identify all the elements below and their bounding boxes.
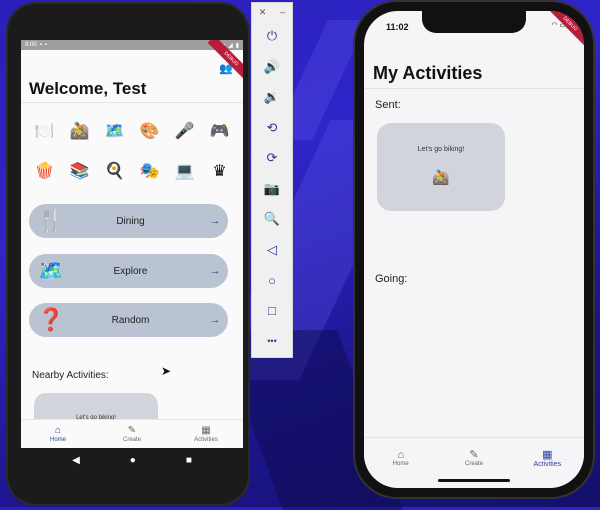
emoji-category-button[interactable]: 🗺️ xyxy=(97,121,132,143)
dining-label: Dining xyxy=(116,215,145,227)
emoji-category-button[interactable]: 🎤 xyxy=(167,121,202,143)
going-heading: Going: xyxy=(375,273,408,285)
calendar-icon: ▦ xyxy=(542,448,553,461)
nav-activities[interactable]: ▦ Activities xyxy=(169,420,243,448)
wifi-icon: ◠ xyxy=(551,22,558,29)
emoji-category-button[interactable]: 💻 xyxy=(167,161,202,183)
random-label: Random xyxy=(111,314,150,326)
dining-button[interactable]: 🍴 Dining → xyxy=(29,204,228,238)
emoji-category-button[interactable]: 🎭 xyxy=(132,161,167,183)
arrow-right-icon: → xyxy=(209,265,221,277)
bottom-navigation: ⌂ Home ✎ Create ▦ Activities xyxy=(364,437,584,478)
nav-label: Activities xyxy=(533,460,562,468)
nav-create[interactable]: ✎ Create xyxy=(437,438,510,478)
calendar-icon: ▦ xyxy=(201,425,211,436)
nav-activities[interactable]: ▦ Activities xyxy=(511,438,584,478)
nav-home[interactable]: ⌂ Home xyxy=(21,420,95,448)
power-icon[interactable]: ⏻ xyxy=(252,21,292,52)
android-emulator-device: 9:00 ▪ ▪ ▾ ◢ ▮ Welcome, Test 👥 DEBUG 🍽️ … xyxy=(8,4,248,504)
more-icon[interactable]: ••• xyxy=(252,326,292,357)
emoji-category-button[interactable]: 🎨 xyxy=(132,121,167,143)
system-recents-icon[interactable]: ■ xyxy=(186,455,192,466)
activity-card-text: Let's go biking! xyxy=(417,146,465,153)
emoji-category-button[interactable]: 🚵 xyxy=(62,121,97,143)
biking-emoji-icon: 🚵 xyxy=(432,169,450,185)
emulator-toolbar: ✕ – ⏻ 🔊 🔉 ⟲ ⟳ 📷 🔍 ◁ ○ □ ••• xyxy=(251,2,293,358)
android-system-nav: ◀ ● ■ xyxy=(21,448,243,472)
back-icon[interactable]: ◁ xyxy=(252,235,292,266)
minimize-icon[interactable]: – xyxy=(280,7,285,21)
notification-icon: ▪ xyxy=(44,42,47,48)
android-app-header: Welcome, Test 👥 DEBUG xyxy=(21,40,243,102)
emoji-category-button[interactable]: 📚 xyxy=(62,161,97,183)
nav-label: Activities xyxy=(194,437,218,443)
nav-label: Home xyxy=(49,437,66,443)
system-back-icon[interactable]: ◀ xyxy=(72,455,80,466)
rotate-left-icon[interactable]: ⟲ xyxy=(252,113,292,144)
emoji-category-button[interactable]: 🍽️ xyxy=(27,121,62,143)
debug-banner: DEBUG xyxy=(546,11,584,48)
page-title: My Activities xyxy=(373,63,483,83)
battery-icon: ▮ xyxy=(235,42,239,49)
random-button[interactable]: ❓ Random → xyxy=(29,303,228,337)
status-time: 11:02 xyxy=(386,22,409,32)
volume-down-icon[interactable]: 🔉 xyxy=(252,82,292,113)
home-icon: ⌂ xyxy=(54,425,62,436)
emoji-category-button[interactable]: 🍿 xyxy=(27,161,62,183)
explore-button[interactable]: 🗺️ Explore → xyxy=(29,254,228,288)
home-circle-icon[interactable]: ○ xyxy=(252,265,292,296)
nav-label: Home xyxy=(392,461,409,467)
arrow-right-icon: → xyxy=(209,314,221,326)
zoom-icon[interactable]: 🔍 xyxy=(252,204,292,235)
android-screen: 9:00 ▪ ▪ ▾ ◢ ▮ Welcome, Test 👥 DEBUG 🍽️ … xyxy=(21,40,243,448)
emoji-category-button[interactable]: 🍳 xyxy=(97,161,132,183)
home-icon: ⌂ xyxy=(397,449,404,461)
sent-heading: Sent: xyxy=(375,99,401,111)
bottom-navigation: ⌂ Home ✎ Create ▦ Activities xyxy=(21,419,243,448)
category-emoji-grid: 🍽️ 🚵 🗺️ 🎨 🎤 🎮 🍿 📚 🍳 🎭 💻 ♛ xyxy=(21,103,243,183)
arrow-right-icon: → xyxy=(209,215,221,227)
nearby-activities-heading: Nearby Activities: xyxy=(32,370,109,381)
home-indicator[interactable] xyxy=(438,479,510,482)
emoji-category-button[interactable]: ♛ xyxy=(202,161,237,183)
overview-icon[interactable]: □ xyxy=(252,296,292,327)
emoji-category-button[interactable]: 🎮 xyxy=(202,121,237,143)
edit-icon: ✎ xyxy=(127,425,137,436)
divider xyxy=(364,88,584,89)
explore-label: Explore xyxy=(113,265,148,277)
sent-activity-card[interactable]: Let's go biking! 🚵 xyxy=(377,123,505,211)
edit-icon: ✎ xyxy=(469,449,479,461)
nav-home[interactable]: ⌂ Home xyxy=(364,438,437,478)
mouse-cursor-icon: ➤ xyxy=(161,364,172,378)
status-time: 9:00 xyxy=(25,42,37,48)
camera-icon[interactable]: 📷 xyxy=(252,174,292,205)
ios-simulator-device: 11:02 ◠ ▭ DEBUG My Activities Sent: Let'… xyxy=(355,2,593,497)
nav-label: Create xyxy=(464,461,483,467)
nav-create[interactable]: ✎ Create xyxy=(95,420,169,448)
volume-up-icon[interactable]: 🔊 xyxy=(252,52,292,83)
signal-icon: ◢ xyxy=(228,42,233,49)
notch xyxy=(422,11,526,33)
page-title: Welcome, Test xyxy=(29,79,147,98)
notification-icon: ▪ xyxy=(39,42,42,48)
system-home-icon[interactable]: ● xyxy=(130,455,136,466)
rotate-right-icon[interactable]: ⟳ xyxy=(252,143,292,174)
close-icon[interactable]: ✕ xyxy=(259,7,267,21)
ios-screen: 11:02 ◠ ▭ DEBUG My Activities Sent: Let'… xyxy=(364,11,584,488)
nav-label: Create xyxy=(122,437,141,443)
